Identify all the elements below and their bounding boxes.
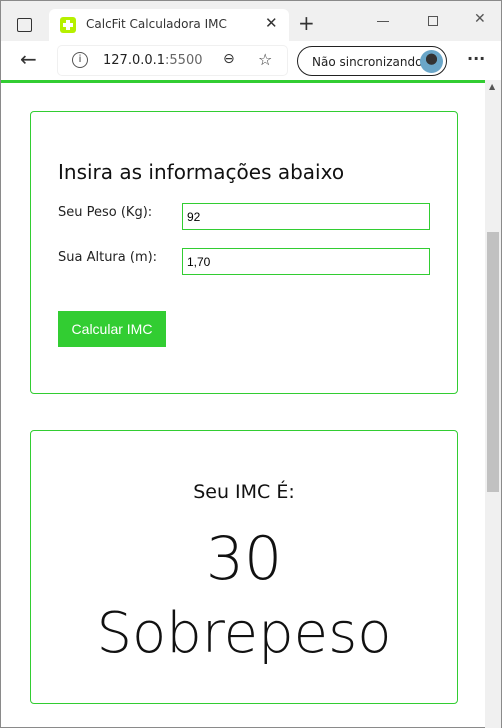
result-heading: Seu IMC É:	[193, 481, 295, 503]
back-arrow-icon[interactable]: ←	[20, 47, 37, 71]
result-card: Seu IMC É: 30 Sobrepeso	[30, 430, 458, 704]
profile-sync-button[interactable]: Não sincronizando	[297, 46, 447, 76]
avatar	[420, 50, 443, 73]
calculate-button[interactable]: Calcular IMC	[58, 311, 166, 347]
form-heading: Insira as informações abaixo	[58, 160, 345, 184]
bmi-value: 30	[205, 524, 283, 594]
scrollbar-thumb[interactable]	[487, 232, 499, 492]
sync-label: Não sincronizando	[312, 55, 423, 69]
height-input[interactable]	[182, 248, 430, 275]
minimize-icon[interactable]	[377, 21, 389, 22]
zoom-out-icon[interactable]: ⊖	[223, 51, 235, 67]
url-text: 127.0.0.1:5500	[103, 53, 203, 68]
weight-label: Seu Peso (Kg):	[58, 205, 153, 220]
favicon-icon	[60, 17, 76, 33]
weight-input[interactable]	[182, 203, 430, 230]
info-icon[interactable]: i	[72, 52, 88, 68]
header-accent-bar	[1, 80, 485, 83]
form-card: Insira as informações abaixo Seu Peso (K…	[30, 111, 458, 394]
height-label: Sua Altura (m):	[58, 250, 158, 265]
url-host: 127.0.0.1	[103, 53, 166, 68]
tab-title: CalcFit Calculadora IMC	[86, 17, 227, 31]
favorite-star-icon[interactable]: ☆	[258, 50, 272, 69]
close-window-icon[interactable]: ✕	[474, 11, 486, 27]
new-tab-icon[interactable]: +	[298, 11, 315, 35]
tab-actions-icon[interactable]	[17, 18, 32, 32]
url-port: :5500	[165, 53, 203, 68]
close-tab-icon[interactable]: ✕	[265, 14, 278, 32]
bmi-category: Sobrepeso	[96, 601, 392, 666]
browser-tab[interactable]: CalcFit Calculadora IMC ✕	[49, 9, 289, 41]
scroll-up-icon[interactable]: ▲	[489, 82, 495, 91]
toolbar: ← i 127.0.0.1:5500 ⊖ ☆ Não sincronizando…	[1, 41, 501, 80]
scrollbar[interactable]: ▲	[485, 80, 501, 728]
address-bar[interactable]: i 127.0.0.1:5500 ⊖ ☆	[58, 46, 287, 75]
more-menu-icon[interactable]: ···	[467, 49, 485, 68]
tab-bar: CalcFit Calculadora IMC ✕ + ✕	[1, 1, 501, 41]
maximize-icon[interactable]	[428, 16, 438, 26]
